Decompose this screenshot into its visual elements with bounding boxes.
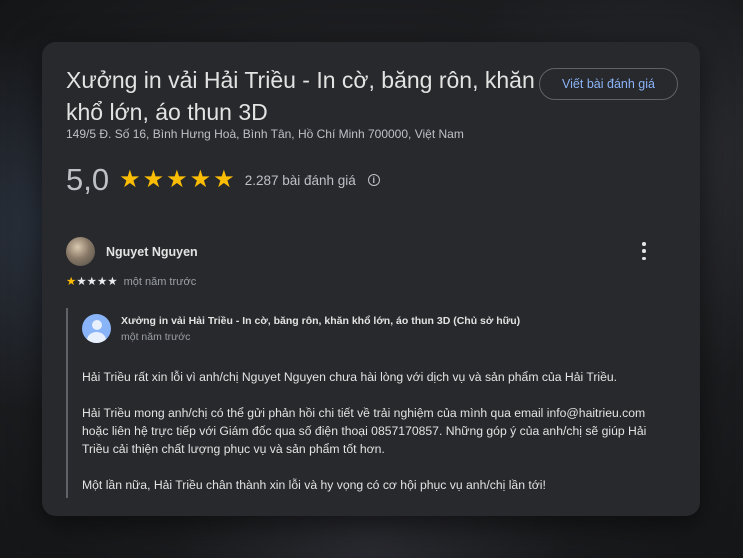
avatar[interactable] <box>66 237 95 266</box>
reply-text: Hải Triều rất xin lỗi vì anh/chị Nguyet … <box>82 368 662 512</box>
more-vert-icon[interactable] <box>638 242 650 260</box>
review-count: 2.287 bài đánh giá <box>244 172 356 188</box>
star-icon: ★ <box>142 166 165 193</box>
write-review-button[interactable]: Viết bài đánh giá <box>539 68 678 100</box>
review-rating: ★ ★ ★ ★ ★ một năm trước <box>66 276 196 288</box>
owner-name: Xưởng in vải Hải Triều - In cờ, băng rôn… <box>121 315 521 327</box>
star-icon: ★ <box>107 276 118 288</box>
reply-paragraph: Hải Triều rất xin lỗi vì anh/chị Nguyet … <box>82 370 618 384</box>
rating-stars: ★ ★ ★ ★ ★ <box>119 168 235 192</box>
star-icon: ★ <box>189 166 212 193</box>
info-icon[interactable]: i <box>367 174 380 186</box>
reviewer-header: Nguyet Nguyen <box>66 237 198 266</box>
place-address: 149/5 Đ. Số 16, Bình Hưng Hoà, Bình Tân,… <box>66 127 464 141</box>
rating-summary: 5,0 ★ ★ ★ ★ ★ 2.287 bài đánh giá i <box>66 160 380 200</box>
star-icon: ★ <box>119 166 141 193</box>
star-icon: ★ <box>66 276 77 288</box>
reply-paragraph: Một lần nữa, Hải Triều chân thành xin lỗ… <box>82 478 546 492</box>
star-icon: ★ <box>166 166 188 193</box>
star-icon: ★ <box>96 276 108 288</box>
owner-avatar-icon <box>82 314 111 343</box>
reply-time: một năm trước <box>121 331 191 343</box>
star-icon: ★ <box>86 276 97 288</box>
review-stars: ★ ★ ★ ★ ★ <box>66 276 118 288</box>
reviewer-name[interactable]: Nguyet Nguyen <box>106 245 198 259</box>
review-card: Xưởng in vải Hải Triều - In cờ, băng rôn… <box>42 42 700 516</box>
star-icon: ★ <box>76 276 87 288</box>
rating-value: 5,0 <box>66 162 110 197</box>
review-time: một năm trước <box>123 276 197 288</box>
owner-reply: Xưởng in vải Hải Triều - In cờ, băng rôn… <box>66 308 666 498</box>
place-title: Xưởng in vải Hải Triều - In cờ, băng rôn… <box>66 67 535 125</box>
reply-paragraph: Hải Triều mong anh/chị có thể gửi phản h… <box>82 406 647 456</box>
star-icon: ★ <box>213 166 235 193</box>
